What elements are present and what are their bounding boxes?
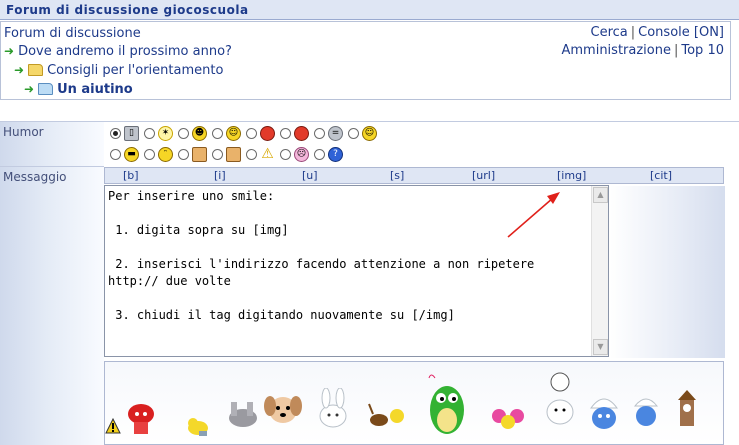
top-links-row2: Amministrazione | Top 10	[561, 43, 724, 58]
humor-radio-tongue[interactable]	[144, 149, 155, 160]
breadcrumb-item-forum[interactable]: Forum di discussione	[4, 24, 141, 42]
question-icon: ?	[328, 147, 343, 162]
warning-icon: ⚠	[261, 146, 274, 162]
mad-icon	[294, 126, 309, 141]
message-textarea[interactable]: Per inserire uno smile: 1. digita sopra …	[104, 185, 609, 357]
sunglasses-icon: ▬	[124, 147, 139, 162]
grin-icon: ☻	[192, 126, 207, 141]
console-link[interactable]: Console [ON]	[638, 25, 724, 40]
humor-radio-thumbs-up[interactable]	[178, 149, 189, 160]
folder-icon	[28, 64, 44, 76]
forum-title: Forum di discussione giocoscuola	[6, 3, 249, 17]
link-separator: |	[673, 43, 679, 58]
message-scrollbar[interactable]: ▲ ▼	[591, 186, 608, 356]
warning-sign-icon[interactable]	[105, 418, 121, 434]
search-link[interactable]: Cerca	[591, 25, 628, 40]
humor-radio-angry[interactable]	[246, 128, 257, 139]
breadcrumb-item-topic[interactable]: ➜ Dove andremo il prossimo anno?	[4, 42, 232, 60]
breadcrumb-panel: Forum di discussione ➜ Dove andremo il p…	[0, 21, 731, 100]
link-separator: |	[630, 25, 636, 40]
cool-icon: =	[328, 126, 343, 141]
bunny-icon[interactable]	[313, 388, 353, 432]
humor-label-cell: Humor	[0, 122, 104, 166]
humor-radio-sad[interactable]	[280, 149, 291, 160]
breadcrumb-item-category[interactable]: ➜ Consigli per l'orientamento	[14, 61, 223, 79]
humor-radio-smile[interactable]	[212, 128, 223, 139]
divider	[0, 121, 739, 122]
arrow-icon: ➜	[14, 63, 25, 77]
humor-radio-happy[interactable]	[348, 128, 359, 139]
scroll-up-icon[interactable]: ▲	[593, 187, 608, 203]
puppy-icon[interactable]	[263, 390, 303, 430]
arrow-icon: ➜	[24, 82, 35, 96]
smiley-gallery	[104, 361, 724, 445]
underline-tag-button[interactable]: [u]	[302, 169, 318, 182]
phone-icon: ▯	[124, 126, 139, 141]
humor-radio-grin[interactable]	[178, 128, 189, 139]
forum-title-bar: Forum di discussione giocoscuola	[0, 0, 739, 20]
message-label-cell: Messaggio	[0, 167, 104, 445]
humor-radio-thumbs-down[interactable]	[212, 149, 223, 160]
humor-row-1: ▯ ✶ ☻ ☺ = ☺	[110, 123, 420, 144]
humor-radio-phone[interactable]	[110, 128, 121, 139]
open-folder-icon	[38, 83, 54, 95]
message-text[interactable]: Per inserire uno smile: 1. digita sopra …	[108, 188, 586, 324]
message-right-shade	[610, 186, 725, 358]
scroll-down-icon[interactable]: ▼	[593, 339, 608, 355]
humor-radio-question[interactable]	[314, 149, 325, 160]
humor-row-2: ▬ ᵔ ⚠ ☹ ?	[110, 144, 420, 165]
sad-icon: ☹	[294, 147, 309, 162]
img-tag-button[interactable]: [img]	[557, 169, 586, 182]
smurf-icon[interactable]	[587, 392, 621, 432]
quote-tag-button[interactable]: [cit]	[650, 169, 672, 182]
humor-radio-lightbulb[interactable]	[144, 128, 155, 139]
url-tag-button[interactable]: [url]	[472, 169, 495, 182]
lightbulb-icon: ✶	[158, 126, 173, 141]
thumbs-up-icon	[192, 147, 207, 162]
bold-tag-button[interactable]: [b]	[123, 169, 139, 182]
donkey-icon[interactable]	[225, 398, 261, 432]
top-links-row1: Cerca | Console [ON]	[591, 25, 724, 40]
happy-icon: ☺	[362, 126, 377, 141]
green-dragon-icon[interactable]	[423, 366, 469, 438]
pompom-icon[interactable]	[491, 404, 525, 434]
thumbs-down-icon	[226, 147, 241, 162]
angry-icon	[260, 126, 275, 141]
message-label: Messaggio	[3, 170, 67, 184]
smile-icon: ☺	[226, 126, 241, 141]
clock-tower-icon[interactable]	[677, 390, 697, 438]
tongue-icon: ᵔ	[158, 147, 173, 162]
bbcode-toolbar: [b] [i] [u] [s] [url] [img] [cit]	[104, 167, 724, 184]
breadcrumb-item-current: ➜ Un aiutino	[24, 81, 133, 97]
admin-link[interactable]: Amministrazione	[561, 43, 671, 58]
humor-radio-sunglasses[interactable]	[110, 149, 121, 160]
italic-tag-button[interactable]: [i]	[214, 169, 226, 182]
arrow-icon: ➜	[4, 44, 15, 58]
humor-label: Humor	[3, 125, 44, 139]
red-mushroom-icon[interactable]	[125, 402, 157, 438]
snowman-icon[interactable]	[545, 372, 575, 434]
duck-icon[interactable]	[185, 415, 211, 437]
smurf-icon[interactable]	[631, 392, 661, 432]
strike-tag-button[interactable]: [s]	[390, 169, 404, 182]
humor-radio-cool[interactable]	[314, 128, 325, 139]
reindeer-icon[interactable]	[367, 400, 405, 430]
humor-radio-mad[interactable]	[280, 128, 291, 139]
top10-link[interactable]: Top 10	[681, 43, 724, 58]
humor-options: ▯ ✶ ☻ ☺ = ☺ ▬ ᵔ ⚠ ☹ ?	[110, 123, 420, 165]
humor-radio-warning[interactable]	[246, 149, 257, 160]
